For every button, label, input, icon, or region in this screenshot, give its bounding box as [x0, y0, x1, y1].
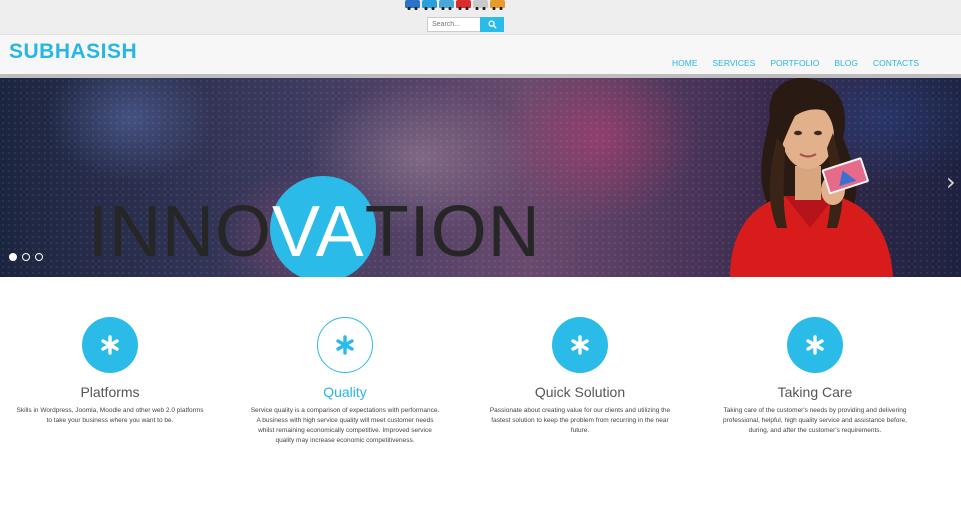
slider-pagination: [9, 253, 43, 261]
search-form: [427, 17, 504, 32]
headline-part-highlight: VA: [272, 192, 365, 272]
vehicle-icon-row: [405, 0, 505, 10]
feature-description: Skills in Wordpress, Joomla, Moodle and …: [16, 407, 204, 424]
woman-holding-card-image: [730, 78, 893, 277]
main-nav: HOME SERVICES PORTFOLIO BLOG CONTACTS: [672, 58, 919, 68]
headline-part-right: TION: [364, 192, 541, 272]
nav-item-portfolio[interactable]: PORTFOLIO: [770, 58, 819, 68]
asterisk-icon[interactable]: [552, 317, 608, 373]
slide-headline: INNOVATION: [88, 196, 541, 268]
feature-card-quick-solution: Quick Solution Passionate about creating…: [480, 317, 680, 436]
slider-next-arrow[interactable]: ›: [946, 168, 956, 196]
truck-icon[interactable]: [405, 0, 420, 10]
nav-item-contacts[interactable]: CONTACTS: [873, 58, 919, 68]
nav-item-home[interactable]: HOME: [672, 58, 698, 68]
search-input[interactable]: [427, 17, 480, 32]
slider-dot-3[interactable]: [35, 253, 43, 261]
site-header: SUBHASISH HOME SERVICES PORTFOLIO BLOG C…: [0, 34, 961, 75]
search-button[interactable]: [480, 17, 504, 32]
asterisk-icon[interactable]: [787, 317, 843, 373]
top-bar: [0, 0, 961, 34]
asterisk-icon[interactable]: [82, 317, 138, 373]
chevron-right-icon: ›: [946, 168, 956, 196]
nav-item-blog[interactable]: BLOG: [834, 58, 858, 68]
slider-dot-1[interactable]: [9, 253, 17, 261]
nav-item-services[interactable]: SERVICES: [713, 58, 756, 68]
headline-part-left: INNO: [88, 192, 272, 272]
truck-icon[interactable]: [422, 0, 437, 10]
feature-description: Service quality is a comparison of expec…: [250, 407, 440, 444]
feature-title[interactable]: Taking Care: [715, 384, 915, 400]
feature-title[interactable]: Quick Solution: [480, 384, 680, 400]
search-icon: [487, 20, 497, 29]
features-section: Platforms Skills in Wordpress, Joomla, M…: [0, 277, 961, 528]
feature-description: Passionate about creating value for our …: [489, 407, 671, 434]
hero-slider[interactable]: INNOVATION ›: [0, 78, 961, 277]
truck-icon[interactable]: [473, 0, 488, 10]
feature-title[interactable]: Platforms: [10, 384, 210, 400]
truck-icon[interactable]: [439, 0, 454, 10]
feature-card-taking-care: Taking Care Taking care of the customer'…: [715, 317, 915, 436]
site-logo[interactable]: SUBHASISH: [9, 40, 137, 64]
feature-title[interactable]: Quality: [245, 384, 445, 400]
feature-card-platforms: Platforms Skills in Wordpress, Joomla, M…: [10, 317, 210, 426]
feature-card-quality: Quality Service quality is a comparison …: [245, 317, 445, 446]
truck-icon[interactable]: [490, 0, 505, 10]
slider-dot-2[interactable]: [22, 253, 30, 261]
feature-description: Taking care of the customer's needs by p…: [723, 407, 907, 434]
asterisk-icon[interactable]: [317, 317, 373, 373]
truck-icon[interactable]: [456, 0, 471, 10]
